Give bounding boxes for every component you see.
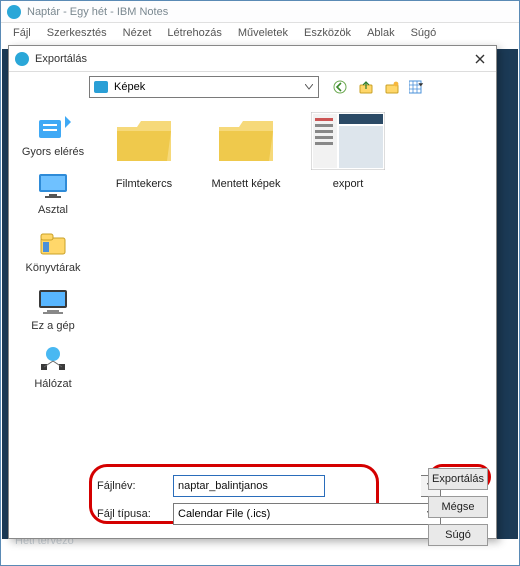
filename-label: Fájlnév: [97,480,163,492]
desktop-icon [35,170,71,200]
place-label: Ez a gép [31,320,74,332]
menu-tools[interactable]: Eszközök [296,25,359,41]
filetype-label: Fájl típusa: [97,508,163,520]
new-folder-icon [385,80,399,94]
folder-up-icon [359,80,373,94]
menu-create[interactable]: Létrehozás [159,25,229,41]
dialog-buttons: Exportálás Mégse Súgó [428,468,488,546]
location-row: Hely: Képek [9,72,496,102]
filetype-value: Calendar File (.ics) [178,508,270,520]
main-titlebar: Naptár - Egy hét - IBM Notes [1,1,519,23]
location-toolbar [331,78,427,96]
folder-icon [209,110,283,172]
menu-edit[interactable]: Szerkesztés [39,25,115,41]
export-dialog: Exportálás Hely: Képek [8,45,497,539]
app-icon [7,5,21,19]
place-label: Könyvtárak [25,262,80,274]
export-button[interactable]: Exportálás [428,468,488,490]
dialog-icon [15,52,29,66]
place-label: Hálózat [34,378,71,390]
network-icon [35,344,71,374]
new-folder-button[interactable] [383,78,401,96]
help-button[interactable]: Súgó [428,524,488,546]
dialog-titlebar: Exportálás [9,46,496,72]
place-network[interactable]: Hálózat [13,340,93,394]
file-item-folder[interactable]: Filmtekercs [103,110,185,190]
place-quick-access[interactable]: Gyors elérés [13,108,93,162]
main-window-title: Naptár - Egy hét - IBM Notes [27,6,168,18]
screenshot-thumb-icon [311,110,385,172]
up-button[interactable] [357,78,375,96]
folder-icon [107,110,181,172]
place-label: Asztal [38,204,68,216]
file-item-screenshot[interactable]: export [307,110,389,190]
libraries-icon [35,228,71,258]
quick-access-icon [35,112,71,142]
dialog-title: Exportálás [35,53,87,65]
filename-input[interactable] [173,475,325,497]
cancel-button[interactable]: Mégse [428,496,488,518]
pictures-icon [94,81,108,93]
file-label: export [333,178,364,190]
location-combo[interactable]: Képek [89,76,319,98]
place-desktop[interactable]: Asztal [13,166,93,220]
menu-window[interactable]: Ablak [359,25,403,41]
file-item-folder[interactable]: Mentett képek [205,110,287,190]
menubar: Fájl Szerkesztés Nézet Létrehozás Művele… [1,23,519,43]
place-this-pc[interactable]: Ez a gép [13,282,93,336]
file-label: Mentett képek [211,178,280,190]
this-pc-icon [35,286,71,316]
location-value: Képek [114,81,145,93]
view-menu-button[interactable] [409,78,427,96]
menu-view[interactable]: Nézet [115,25,160,41]
close-icon [475,54,485,64]
chevron-down-icon [300,77,318,97]
menu-actions[interactable]: Műveletek [230,25,296,41]
menu-help[interactable]: Súgó [403,25,445,41]
dialog-body: Gyors elérés Asztal Könyvtárak [9,102,496,462]
dialog-bottom-panel: Fájlnév: Fájl típusa: Calendar File (.ic… [9,462,496,538]
main-window: Naptár - Egy hét - IBM Notes Fájl Szerke… [0,0,520,566]
menu-file[interactable]: Fájl [5,25,39,41]
view-grid-icon [409,80,427,94]
back-arrow-icon [333,80,347,94]
back-button[interactable] [331,78,349,96]
file-list[interactable]: Filmtekercs Mentett képek [97,102,496,462]
close-button[interactable] [470,49,490,69]
filetype-combo[interactable]: Calendar File (.ics) [173,503,441,525]
places-bar: Gyors elérés Asztal Könyvtárak [9,102,97,462]
place-libraries[interactable]: Könyvtárak [13,224,93,278]
place-label: Gyors elérés [22,146,84,158]
file-label: Filmtekercs [116,178,172,190]
